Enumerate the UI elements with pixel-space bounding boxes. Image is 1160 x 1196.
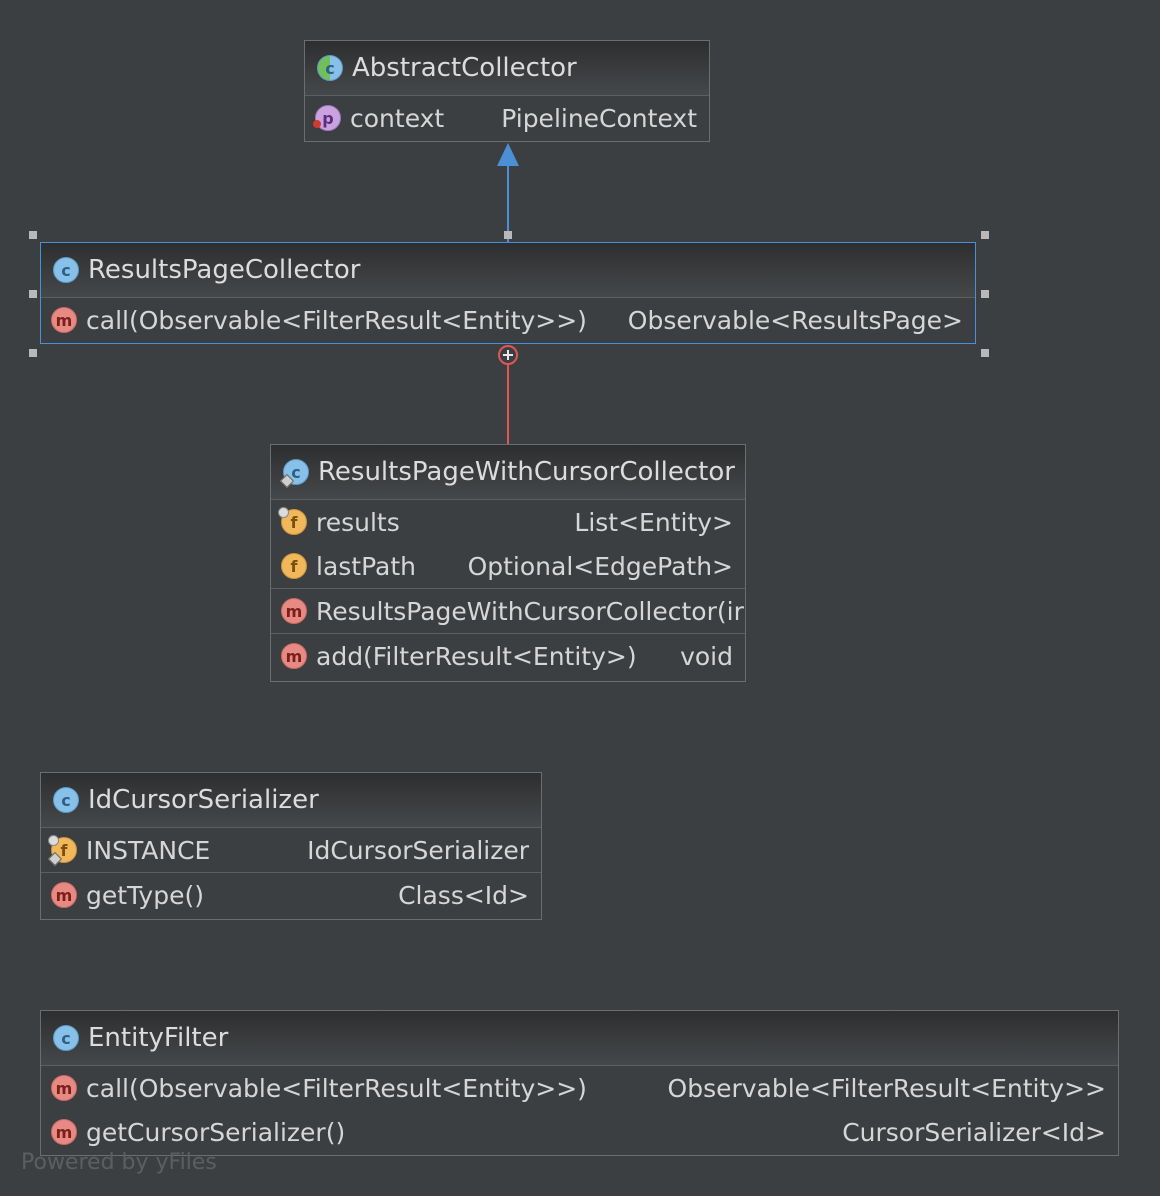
node-entity-filter[interactable]: c EntityFilter m call(Observable<FilterR…: [40, 1010, 1119, 1156]
field-type: List<Entity>: [574, 507, 733, 537]
property-icon: p: [313, 105, 341, 131]
methods-section: m add(FilterResult<Entity>) void: [271, 634, 745, 678]
resize-handle-bottom-right[interactable]: [981, 349, 989, 357]
resize-handle-bottom-left[interactable]: [29, 349, 37, 357]
field-row[interactable]: p context PipelineContext: [305, 96, 709, 140]
method-icon: m: [51, 882, 77, 908]
method-icon: m: [51, 1075, 77, 1101]
node-results-page-collector[interactable]: c ResultsPageCollector m call(Observable…: [40, 242, 976, 344]
abstract-class-icon: c: [317, 55, 343, 81]
class-icon: c: [53, 787, 79, 813]
field-icon: f: [278, 507, 307, 535]
diagram-canvas[interactable]: c AbstractCollector p context PipelineCo…: [0, 0, 1160, 1196]
constructor-name: ResultsPageWithCursorCollector(ir: [316, 596, 744, 626]
method-return-type: CursorSerializer<Id>: [842, 1117, 1106, 1147]
field-row[interactable]: f results List<Entity>: [271, 500, 745, 544]
node-results-page-with-cursor-collector[interactable]: c ResultsPageWithCursorCollector f resul…: [270, 444, 746, 682]
node-header[interactable]: c ResultsPageWithCursorCollector: [271, 445, 745, 500]
field-name: results: [316, 507, 400, 537]
field-icon: f: [281, 553, 307, 579]
field-name: lastPath: [316, 551, 417, 581]
field-type: PipelineContext: [501, 103, 697, 133]
method-name: getType(): [86, 880, 204, 910]
methods-section: m getType() Class<Id>: [41, 873, 541, 917]
method-return-type: Observable<FilterResult<Entity>>: [667, 1073, 1106, 1103]
edge-port-handle[interactable]: [504, 231, 512, 239]
node-header[interactable]: c EntityFilter: [41, 1011, 1118, 1066]
methods-section: m call(Observable<FilterResult<Entity>>)…: [41, 1066, 1118, 1154]
node-header[interactable]: c IdCursorSerializer: [41, 773, 541, 828]
powered-by-watermark: Powered by yFiles: [21, 1150, 217, 1175]
method-name: getCursorSerializer(): [86, 1117, 346, 1147]
fields-section: f INSTANCE IdCursorSerializer: [41, 828, 541, 873]
method-name: call(Observable<FilterResult<Entity>>): [86, 1073, 587, 1103]
method-icon: m: [281, 643, 307, 669]
method-return-type: Observable<ResultsPage>: [627, 305, 963, 335]
method-row[interactable]: m add(FilterResult<Entity>) void: [271, 634, 745, 678]
class-icon: c: [53, 1025, 79, 1051]
node-abstract-collector[interactable]: c AbstractCollector p context PipelineCo…: [304, 40, 710, 142]
inheritance-arrowhead: [497, 143, 519, 166]
resize-handle-middle-left[interactable]: [29, 290, 37, 298]
method-return-type: void: [680, 641, 733, 671]
inner-class-plus-icon: [498, 345, 518, 365]
node-title: AbstractCollector: [352, 53, 577, 83]
resize-handle-middle-right[interactable]: [981, 290, 989, 298]
node-title: EntityFilter: [88, 1023, 229, 1053]
method-icon: m: [51, 307, 77, 333]
node-id-cursor-serializer[interactable]: c IdCursorSerializer f INSTANCE IdCursor…: [40, 772, 542, 920]
node-header[interactable]: c ResultsPageCollector: [41, 243, 975, 298]
resize-handle-top-left[interactable]: [29, 231, 37, 239]
field-name: INSTANCE: [86, 835, 211, 865]
field-type: Optional<EdgePath>: [467, 551, 733, 581]
method-icon: m: [281, 598, 307, 624]
field-row[interactable]: f INSTANCE IdCursorSerializer: [41, 828, 541, 872]
method-return-type: Class<Id>: [398, 880, 529, 910]
class-icon: c: [279, 459, 309, 489]
field-row[interactable]: f lastPath Optional<EdgePath>: [271, 544, 745, 588]
method-name: call(Observable<FilterResult<Entity>>): [86, 305, 587, 335]
node-title: ResultsPageWithCursorCollector: [318, 457, 735, 487]
field-name: context: [350, 103, 445, 133]
constructor-row[interactable]: m ResultsPageWithCursorCollector(ir: [271, 589, 745, 633]
constructors-section: m ResultsPageWithCursorCollector(ir: [271, 589, 745, 634]
method-row[interactable]: m getCursorSerializer() CursorSerializer…: [41, 1110, 1118, 1154]
field-icon: f: [47, 835, 77, 867]
node-title: IdCursorSerializer: [88, 785, 319, 815]
method-icon: m: [51, 1119, 77, 1145]
method-row[interactable]: m call(Observable<FilterResult<Entity>>)…: [41, 298, 975, 342]
fields-section: f results List<Entity> f lastPath Option…: [271, 500, 745, 589]
method-name: add(FilterResult<Entity>): [316, 641, 637, 671]
methods-section: m call(Observable<FilterResult<Entity>>)…: [41, 298, 975, 342]
node-title: ResultsPageCollector: [88, 255, 361, 285]
node-header[interactable]: c AbstractCollector: [305, 41, 709, 96]
class-icon: c: [53, 257, 79, 283]
method-row[interactable]: m getType() Class<Id>: [41, 873, 541, 917]
resize-handle-top-right[interactable]: [981, 231, 989, 239]
fields-section: p context PipelineContext: [305, 96, 709, 140]
field-type: IdCursorSerializer: [307, 835, 529, 865]
method-row[interactable]: m call(Observable<FilterResult<Entity>>)…: [41, 1066, 1118, 1110]
